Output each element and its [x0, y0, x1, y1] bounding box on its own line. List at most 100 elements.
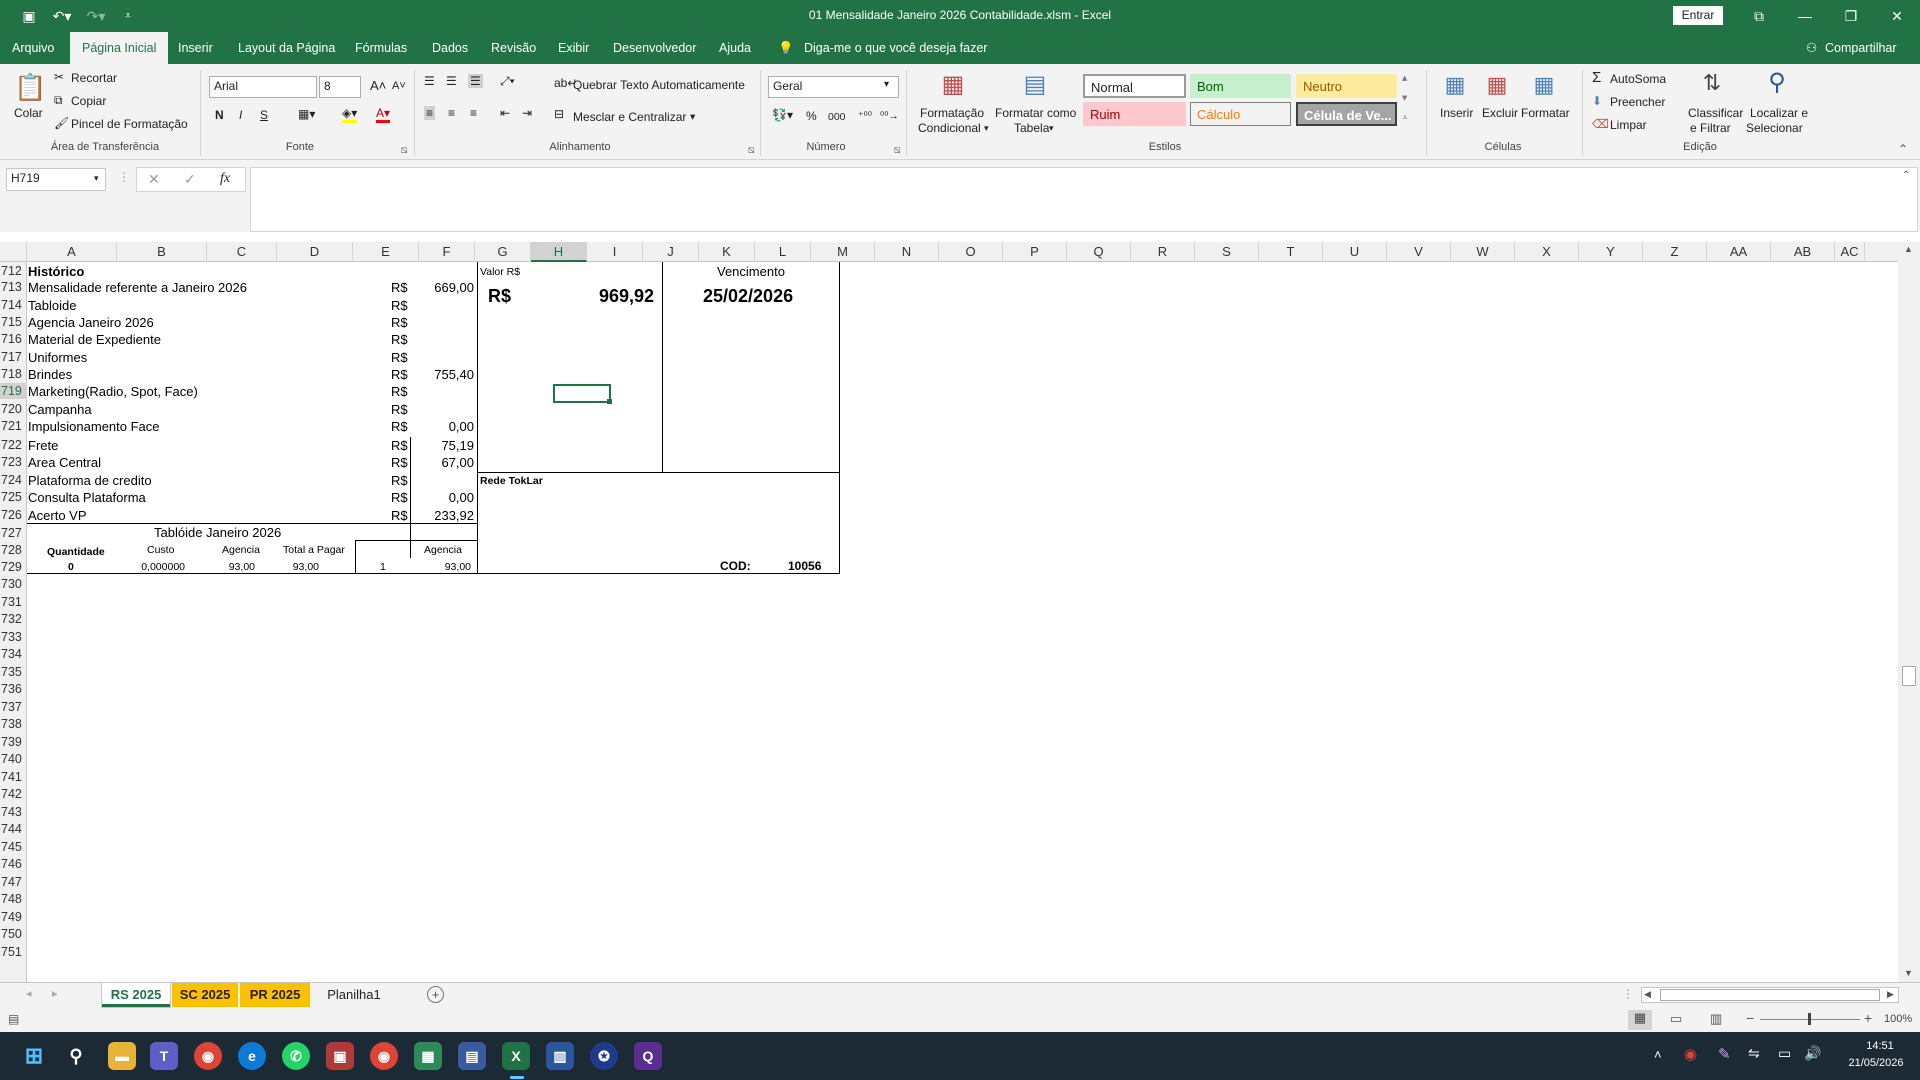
column-header[interactable]: E [353, 242, 419, 262]
fill-icon[interactable]: ⬇ [1592, 94, 1602, 108]
chevron-up-icon[interactable]: ˄ [1654, 1047, 1662, 1062]
scroll-thumb[interactable] [1902, 666, 1916, 686]
sheet-tab[interactable]: Planilha1 [312, 983, 396, 1007]
windows-start-icon[interactable]: ⊞ [20, 1042, 48, 1070]
insert-cells-icon[interactable]: ▦ [1440, 72, 1470, 100]
autosum-icon[interactable]: Σ [1592, 69, 1601, 86]
file-explorer-icon[interactable]: ▬ [108, 1042, 136, 1070]
expand-formula-icon[interactable]: ⌃ [1902, 170, 1910, 181]
underline-button[interactable]: S [260, 108, 268, 122]
search-icon[interactable]: ⚲ [1762, 68, 1792, 100]
font-dialog-launcher-icon[interactable]: ⧅ [401, 144, 408, 157]
normal-view-icon[interactable]: ▦ [1628, 1010, 1652, 1030]
increase-font-icon[interactable]: A˄ [370, 78, 386, 93]
worksheet-grid[interactable]: Histórico Mensalidade referente a Janeir… [27, 262, 1898, 982]
row-header[interactable]: 734 [0, 646, 27, 662]
row-header[interactable]: 724 [0, 472, 27, 488]
row-header[interactable]: 733 [0, 629, 27, 645]
style-neutral[interactable]: Neutro [1296, 74, 1397, 98]
align-top-icon[interactable]: ☰ [424, 74, 435, 88]
fill-handle[interactable] [607, 399, 612, 404]
column-header[interactable]: AB [1771, 242, 1835, 262]
row-header[interactable]: 716 [0, 331, 27, 347]
chevron-down-icon[interactable]: ▾ [1049, 123, 1054, 134]
row-header[interactable]: 749 [0, 909, 27, 925]
ribbon-display-icon[interactable]: ⧉ [1736, 0, 1782, 32]
sheet-tab[interactable]: RS 2025 [102, 983, 170, 1007]
collapse-ribbon-icon[interactable]: ⌃ [1898, 142, 1908, 156]
format-painter-icon[interactable]: 🖌 [54, 116, 69, 130]
chevron-down-icon[interactable]: ▾ [690, 111, 695, 123]
merge-center-button[interactable]: Mesclar e Centralizar [573, 110, 686, 124]
row-header[interactable]: 722 [0, 437, 27, 453]
row-header[interactable]: 744 [0, 821, 27, 837]
conditional-format-label-2[interactable]: Condicional [918, 121, 981, 135]
volume-icon[interactable]: 🔊 [1804, 1045, 1821, 1062]
increase-indent-icon[interactable]: ⇥ [522, 106, 532, 120]
cut-button[interactable]: Recortar [71, 71, 117, 85]
column-header[interactable]: U [1323, 242, 1387, 262]
zoom-in-icon[interactable]: + [1864, 1010, 1872, 1026]
tab-home[interactable]: Página Inicial [70, 32, 169, 64]
app-icon[interactable]: ▥ [546, 1042, 574, 1070]
align-bottom-icon[interactable]: ☰ [468, 74, 483, 88]
style-calculation[interactable]: Cálculo [1190, 102, 1291, 126]
row-header[interactable]: 730 [0, 576, 27, 592]
format-cells-button[interactable]: Formatar [1521, 106, 1570, 120]
column-header[interactable]: H [531, 242, 587, 262]
sheet-tab[interactable]: PR 2025 [240, 983, 310, 1007]
column-header[interactable]: F [419, 242, 475, 262]
number-dialog-launcher-icon[interactable]: ⧅ [894, 144, 901, 157]
align-center-icon[interactable]: ≡ [448, 106, 455, 120]
column-header[interactable]: S [1195, 242, 1259, 262]
app-icon[interactable]: ✪ [590, 1042, 618, 1070]
tab-developer[interactable]: Desenvolvedor [613, 32, 696, 64]
column-header[interactable]: M [811, 242, 875, 262]
add-sheet-button[interactable]: + [427, 986, 444, 1003]
decrease-indent-icon[interactable]: ⇤ [500, 106, 510, 120]
scroll-down-icon[interactable]: ▼ [1904, 968, 1913, 978]
row-header[interactable]: 748 [0, 891, 27, 907]
merge-center-icon[interactable]: ⊟ [554, 107, 564, 121]
row-header[interactable]: 726 [0, 507, 27, 523]
column-header[interactable]: AA [1707, 242, 1771, 262]
tab-insert[interactable]: Inserir [178, 32, 213, 64]
fill-color-icon[interactable]: ◈▾ [342, 106, 358, 123]
teams-icon[interactable]: T [150, 1042, 178, 1070]
app-icon[interactable]: ▤ [458, 1042, 486, 1070]
autosum-button[interactable]: AutoSoma [1610, 72, 1666, 86]
pen-icon[interactable]: ✎ [1718, 1045, 1731, 1063]
column-header[interactable]: R [1131, 242, 1195, 262]
copy-button[interactable]: Copiar [71, 94, 106, 108]
tab-review[interactable]: Revisão [491, 32, 536, 64]
wrap-text-button[interactable]: Quebrar Texto Automaticamente [573, 78, 745, 92]
paste-button[interactable]: Colar [14, 106, 43, 120]
paste-icon[interactable]: 📋 [14, 72, 46, 104]
chevron-down-icon[interactable]: ▾ [884, 79, 889, 90]
row-header[interactable]: 719 [0, 383, 27, 399]
decrease-font-icon[interactable]: A˅ [392, 80, 406, 92]
sort-filter-icon[interactable]: ⇅ [1697, 70, 1727, 100]
tell-me-search[interactable]: Diga-me o que você deseja fazer [804, 32, 987, 64]
customize-qat-icon[interactable]: ⩡ [120, 5, 136, 27]
display-icon[interactable]: ▭ [1778, 1045, 1791, 1062]
align-right-icon[interactable]: ≡ [470, 106, 477, 120]
page-break-view-icon[interactable]: ▥ [1710, 1011, 1722, 1027]
row-header[interactable]: 721 [0, 418, 27, 434]
style-good[interactable]: Bom [1190, 74, 1291, 98]
row-header[interactable]: 729 [0, 559, 27, 575]
share-button[interactable]: Compartilhar [1825, 32, 1897, 64]
redo-icon[interactable]: ↷▾ [82, 5, 110, 27]
formula-input[interactable] [250, 167, 1918, 232]
tab-view[interactable]: Exibir [558, 32, 589, 64]
row-header[interactable]: 743 [0, 804, 27, 820]
format-table-icon[interactable]: ▤ [1020, 70, 1050, 100]
decrease-decimal-icon[interactable]: ⁰⁰→ [880, 110, 899, 122]
row-header[interactable]: 735 [0, 664, 27, 680]
row-header[interactable]: 732 [0, 611, 27, 627]
column-header[interactable]: AC [1835, 242, 1865, 262]
column-header[interactable]: T [1259, 242, 1323, 262]
column-header[interactable]: Z [1643, 242, 1707, 262]
column-header[interactable]: I [587, 242, 643, 262]
column-header[interactable]: K [699, 242, 755, 262]
